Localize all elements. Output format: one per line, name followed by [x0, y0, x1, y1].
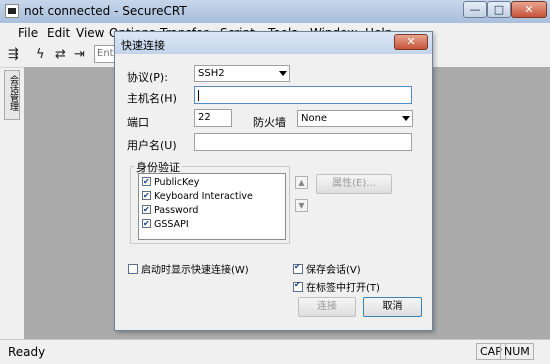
title-bar: not connected - SecureCRT — □ ✕: [0, 0, 550, 23]
close-button[interactable]: ✕: [511, 1, 547, 18]
username-input[interactable]: [194, 133, 412, 151]
auth-method-password[interactable]: Password: [142, 203, 198, 217]
protocol-label: 协议(P):: [127, 71, 168, 84]
num-indicator: NUM: [500, 343, 534, 360]
checkbox-icon[interactable]: [142, 203, 151, 216]
lightning-icon[interactable]: ϟ: [36, 47, 45, 62]
protocol-value: SSH2: [198, 68, 225, 79]
hostname-input[interactable]: [194, 86, 412, 104]
move-down-button[interactable]: ▼: [295, 199, 308, 212]
quick-connect-input[interactable]: Ente: [94, 45, 116, 63]
auth-method-publickey[interactable]: PublicKey: [142, 175, 199, 189]
port-label: 端口: [127, 116, 149, 129]
window-title: not connected - SecureCRT: [24, 4, 187, 18]
status-bar: Ready CAP NUM: [0, 339, 550, 364]
app-icon: [5, 4, 19, 18]
disconnect-icon[interactable]: ⇥: [74, 47, 85, 62]
firewall-select[interactable]: None: [297, 110, 413, 127]
connect-icon[interactable]: ⇶: [8, 47, 19, 62]
dialog-title-bar: 快速连接 ✕: [115, 32, 432, 54]
status-text: Ready: [8, 345, 46, 359]
menu-file[interactable]: File: [18, 26, 38, 40]
session-manager-tab[interactable]: 会话管理: [4, 70, 20, 120]
save-session-checkbox[interactable]: 保存会话(V): [293, 261, 361, 276]
checkbox-icon[interactable]: [293, 262, 303, 274]
firewall-label: 防火墙: [253, 116, 286, 129]
show-on-startup-checkbox[interactable]: 启动时显示快速连接(W): [128, 261, 249, 276]
maximize-button[interactable]: □: [487, 1, 511, 18]
connect-button[interactable]: 连接: [298, 297, 356, 317]
dialog-close-button[interactable]: ✕: [394, 34, 428, 50]
menu-edit[interactable]: Edit: [47, 26, 70, 40]
checkbox-icon[interactable]: [142, 217, 151, 230]
auth-method-gssapi[interactable]: GSSAPI: [142, 217, 189, 231]
chevron-down-icon: [402, 116, 410, 121]
auth-methods-list[interactable]: PublicKey Keyboard Interactive Password …: [138, 173, 286, 240]
auth-method-keyboard-interactive[interactable]: Keyboard Interactive: [142, 189, 253, 203]
hostname-label: 主机名(H): [127, 92, 177, 105]
reconnect-icon[interactable]: ⇄: [55, 47, 66, 62]
properties-button[interactable]: 属性(E)...: [316, 174, 392, 194]
firewall-value: None: [301, 113, 328, 124]
session-manager-label: 会话管理: [8, 75, 18, 111]
chevron-down-icon: [279, 71, 287, 76]
minimize-button[interactable]: —: [463, 1, 487, 18]
cancel-button[interactable]: 取消: [363, 297, 422, 317]
checkbox-icon[interactable]: [128, 264, 138, 274]
checkbox-icon[interactable]: [293, 280, 303, 292]
protocol-select[interactable]: SSH2: [194, 65, 290, 82]
username-label: 用户名(U): [127, 139, 177, 152]
text-caret: [198, 90, 199, 101]
port-input[interactable]: 22: [194, 109, 232, 127]
menu-view[interactable]: View: [76, 26, 104, 40]
checkbox-icon[interactable]: [142, 175, 151, 188]
checkbox-icon[interactable]: [142, 189, 151, 202]
dialog-title: 快速连接: [121, 39, 165, 52]
move-up-button[interactable]: ▲: [295, 176, 308, 189]
open-in-tab-checkbox[interactable]: 在标签中打开(T): [293, 279, 380, 294]
